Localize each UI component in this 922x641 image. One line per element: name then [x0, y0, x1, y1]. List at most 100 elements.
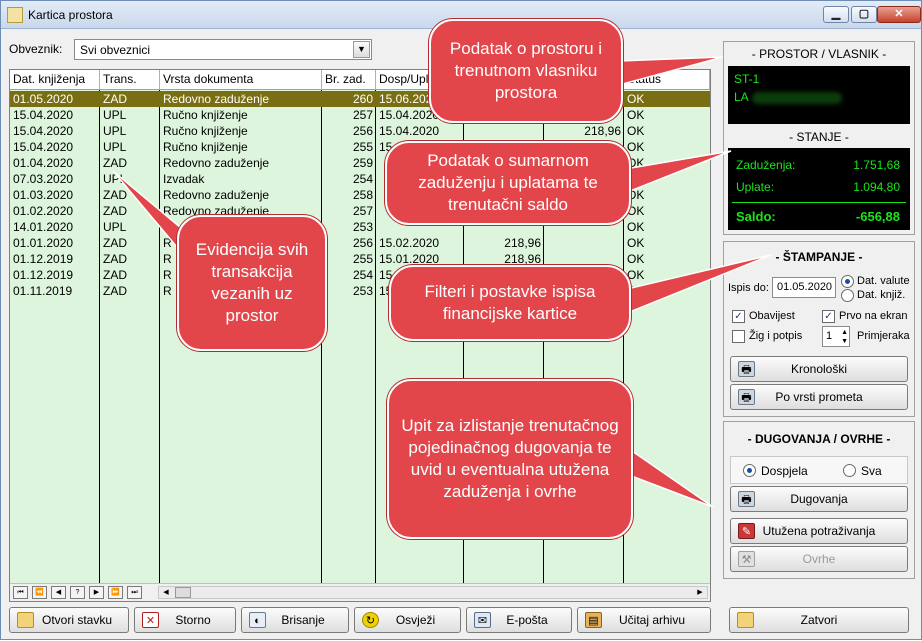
prvo-na-ekran-checkbox[interactable]: ✓ [822, 310, 835, 323]
cell-iznos-upl [544, 235, 624, 251]
chevron-down-icon[interactable]: ▼ [353, 41, 370, 58]
kronoloski-button[interactable]: 🖶 Kronološki [730, 356, 908, 382]
osvježi-button[interactable]: ↻ Osvježi [354, 607, 461, 633]
cell-trans: UPL [103, 140, 127, 154]
po-vrsti-prometa-button[interactable]: 🖶 Po vrsti prometa [730, 384, 908, 410]
col-header-dat-knjizenja[interactable]: Dat. knjiženja [10, 70, 100, 90]
cell-status: OK [627, 156, 645, 170]
cell-status: OK [627, 268, 645, 282]
printer-icon: 🖶 [738, 491, 755, 507]
cell-dat-knjizenja: 01.12.2019 [13, 252, 74, 266]
cell-br-zad: 255 [352, 252, 373, 266]
storno-icon: ✕ [142, 612, 159, 628]
callout-stanje: Podatak o sumarnom zaduženju i uplatama … [385, 141, 631, 225]
dat-knjiz-radio[interactable] [841, 289, 854, 302]
scroll-thumb[interactable] [175, 587, 191, 598]
cell-br-zad: 254 [352, 268, 373, 282]
table-row[interactable]: 15.04.2020 UPL Ručno knjiženje 256 15.04.202… [10, 123, 710, 139]
nav-next-button[interactable]: ▶ [89, 586, 104, 599]
učitaj-arhivu-button[interactable]: ▤ Učitaj arhivu [577, 607, 711, 633]
cell-trans: ZAD [103, 236, 127, 250]
cell-trans: ZAD [103, 92, 127, 106]
col-header-br-zad[interactable]: Br. zad. [322, 70, 376, 90]
ovrhe-button[interactable]: ⚒ Ovrhe [730, 546, 908, 572]
ispis-do-input[interactable]: 01.05.2020 [772, 277, 836, 298]
stanje-display: Zaduženja: 1.751,68 Uplate: 1.094,80 Sal… [728, 148, 910, 230]
obveznik-label: Obveznik: [9, 42, 63, 56]
minimize-button[interactable]: ▁ [823, 6, 849, 23]
utuzena-potrazivanja-button[interactable]: ✎ Utužena potraživanja [730, 518, 908, 544]
callout-prostor: Podatak o prostoru i trenutnom vlasniku … [429, 19, 623, 123]
archive-icon: ▤ [585, 612, 602, 628]
cell-dosp-upl: 15.04.2020 [379, 124, 440, 138]
dugovanja-button-label: Dugovanja [790, 492, 848, 506]
cell-trans: UPL [103, 124, 127, 138]
zig-label: Žig i potpis [749, 330, 803, 342]
nav-help-button[interactable]: ? [70, 586, 85, 599]
cell-br-zad: 256 [352, 124, 373, 138]
dugovanja-title: - DUGOVANJA / OVRHE - [747, 432, 891, 446]
scroll-left-icon[interactable]: ◀ [159, 587, 173, 598]
cell-status: OK [627, 188, 645, 202]
obavijest-checkbox[interactable]: ✓ [732, 310, 745, 323]
obveznik-select[interactable]: Svi obveznici ▼ [74, 39, 372, 60]
close-window-button[interactable]: ✕ [877, 6, 921, 23]
utuzena-potrazivanja-label: Utužena potraživanja [762, 524, 876, 538]
nav-prev-page-button[interactable]: ⏪ [32, 586, 47, 599]
grid-footer: ⏮ ⏪ ◀? ▶ ⏩ ⏭ ◀ ▶ [10, 583, 710, 601]
scroll-right-icon[interactable]: ▶ [693, 587, 707, 598]
cell-vrsta-dokumenta: Ručno knjiženje [163, 124, 248, 138]
stepper-arrows-icon[interactable]: ▲ ▼ [841, 328, 848, 346]
dat-valute-radio[interactable] [841, 275, 854, 288]
nav-last-button[interactable]: ⏭ [127, 586, 142, 599]
cell-status: OK [627, 108, 645, 122]
refresh-icon: ↻ [362, 612, 379, 628]
cell-trans: ZAD [103, 268, 127, 282]
otvori-stavku-button[interactable]: Otvori stavku [9, 607, 129, 633]
redacted-owner-name [752, 92, 842, 104]
bottom-button-label: Osvježi [395, 613, 436, 627]
dugovanja-button[interactable]: 🖶 Dugovanja [730, 486, 908, 512]
table-row[interactable]: 01.01.2020 ZAD R 256 15.02.2020 218,96 OK [10, 235, 710, 251]
ovrhe-button-label: Ovrhe [802, 552, 836, 566]
zatvori-button[interactable]: Zatvori [729, 607, 909, 633]
cell-iznos-zad [464, 123, 544, 139]
dospjela-radio[interactable] [743, 464, 756, 477]
saldo-label: Saldo: [736, 209, 776, 224]
document-icon: ✎ [738, 523, 755, 539]
maximize-button[interactable]: ▢ [851, 6, 877, 23]
e-pošta-button[interactable]: ✉ E-pošta [466, 607, 572, 633]
dugovanja-filter-group: Dospjela Sva [730, 456, 908, 484]
callout-filteri: Filteri i postavke ispisa financijske ka… [389, 265, 631, 341]
brisanje-button[interactable]: ◐ Brisanje [241, 607, 349, 633]
callout-dugovanja: Upit za izlistanje trenutačnog pojedinač… [387, 379, 633, 539]
main-window: Kartica prostora ▁ ▢ ✕ Obveznik: Svi obv… [0, 0, 922, 640]
horizontal-scrollbar[interactable]: ◀ ▶ [158, 586, 708, 599]
cell-status: OK [627, 252, 645, 266]
nav-next-page-button[interactable]: ⏩ [108, 586, 123, 599]
prvo-na-ekran-label: Prvo na ekran [839, 310, 908, 322]
cell-dat-knjizenja: 15.04.2020 [13, 140, 74, 154]
sva-radio[interactable] [843, 464, 856, 477]
ispis-do-label: Ispis do: [728, 282, 769, 294]
col-header-status[interactable]: Status [624, 70, 710, 90]
storno-button[interactable]: ✕ Storno [134, 607, 236, 633]
cell-status: OK [627, 124, 645, 138]
uplate-value: 1.094,80 [853, 180, 900, 194]
prostor-display: ST-1 LA [728, 66, 910, 124]
primjeraka-stepper[interactable]: 1 ▲ ▼ [822, 326, 850, 347]
cell-dat-knjizenja: 01.11.2019 [13, 284, 73, 298]
zig-checkbox[interactable] [732, 330, 745, 343]
stampanje-title: - ŠTAMPANJE - [775, 250, 863, 264]
col-header-vrsta-dokumenta[interactable]: Vrsta dokumenta [160, 70, 322, 90]
callout-prostor-text: Podatak o prostoru i trenutnom vlasniku … [449, 38, 603, 103]
cell-dat-knjizenja: 14.01.2020 [13, 220, 74, 234]
col-header-trans[interactable]: Trans. [100, 70, 160, 90]
prostor-stanje-panel: - PROSTOR / VLASNIK - ST-1 LA - STANJE -… [723, 41, 915, 235]
nav-first-button[interactable]: ⏮ [13, 586, 28, 599]
callout-evidencija-text: Evidencija svih transakcija vezanih uz p… [195, 239, 309, 326]
callout-filteri-text: Filteri i postavke ispisa financijske ka… [424, 281, 596, 323]
nav-prev-button[interactable]: ◀ [51, 586, 66, 599]
cell-vrsta-dokumenta: Redovno zaduženje [163, 92, 270, 106]
folder-open-icon [17, 612, 34, 628]
